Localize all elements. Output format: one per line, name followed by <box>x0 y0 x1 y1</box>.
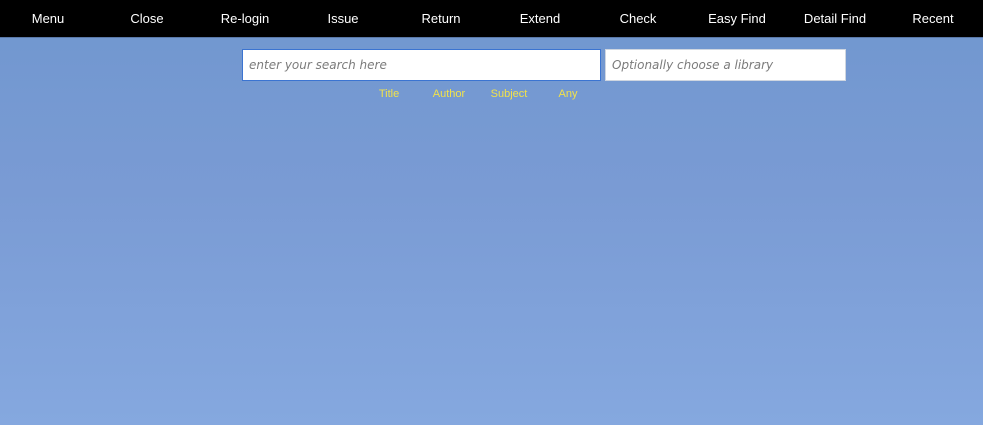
nav-issue[interactable]: Issue <box>327 0 358 37</box>
nav-recent[interactable]: Recent <box>912 0 953 37</box>
nav-easy-find[interactable]: Easy Find <box>708 0 766 37</box>
filter-subject-link[interactable]: Subject <box>491 86 528 102</box>
nav-relogin[interactable]: Re-login <box>221 0 269 37</box>
filter-title-link[interactable]: Title <box>379 86 399 102</box>
filter-author-link[interactable]: Author <box>433 86 465 102</box>
nav-extend[interactable]: Extend <box>520 0 560 37</box>
filter-any-link[interactable]: Any <box>559 86 578 102</box>
nav-check[interactable]: Check <box>620 0 657 37</box>
library-select-input[interactable] <box>605 49 846 81</box>
nav-menu[interactable]: Menu <box>32 0 65 37</box>
search-input[interactable] <box>242 49 601 81</box>
top-navigation-bar: Menu Close Re-login Issue Return Extend … <box>0 0 983 38</box>
nav-close[interactable]: Close <box>130 0 163 37</box>
page-background: Menu Close Re-login Issue Return Extend … <box>0 0 983 425</box>
nav-detail-find[interactable]: Detail Find <box>804 0 866 37</box>
nav-return[interactable]: Return <box>421 0 460 37</box>
